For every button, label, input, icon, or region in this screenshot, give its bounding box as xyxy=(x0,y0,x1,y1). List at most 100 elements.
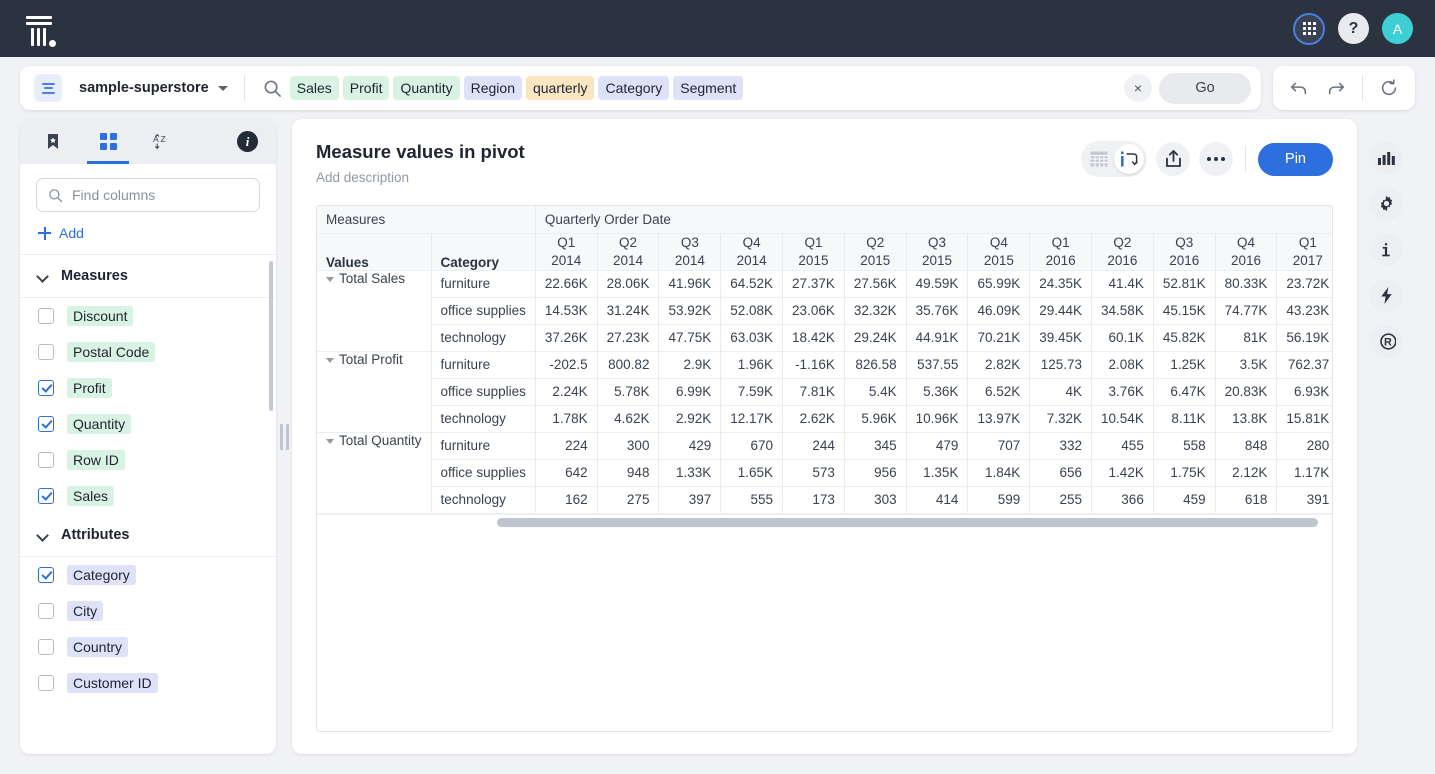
sidebar-info-icon[interactable]: i xyxy=(237,131,258,152)
column-list-item[interactable]: Customer ID xyxy=(20,665,276,701)
value-cell: 162 xyxy=(535,486,597,513)
column-list-item[interactable]: Sales xyxy=(20,478,276,514)
column-list-item[interactable]: Row ID xyxy=(20,442,276,478)
value-cell: 27.56K xyxy=(844,270,906,297)
column-group-header[interactable]: Measures xyxy=(20,255,276,298)
column-header-quarter[interactable]: Q12017 xyxy=(1277,233,1332,270)
column-list-item[interactable]: City xyxy=(20,593,276,629)
tellius-logo[interactable] xyxy=(22,9,62,49)
datasource-name[interactable]: sample-superstore xyxy=(79,80,209,96)
column-header-quarter[interactable]: Q22015 xyxy=(844,233,906,270)
value-cell: 28.06K xyxy=(597,270,659,297)
pin-button[interactable]: Pin xyxy=(1258,143,1333,176)
quarter-label: Q2 xyxy=(854,234,897,252)
value-cell: 2.24K xyxy=(535,378,597,405)
search-chip[interactable]: Region xyxy=(464,76,522,100)
column-checkbox[interactable] xyxy=(38,675,54,691)
apps-grid-icon[interactable] xyxy=(1293,13,1325,45)
add-column-button[interactable]: Add xyxy=(20,212,276,254)
datasource-menu-icon[interactable] xyxy=(34,74,62,102)
panel-resize-handle[interactable] xyxy=(276,119,292,754)
clear-search-button[interactable]: × xyxy=(1124,74,1152,102)
column-header-quarter[interactable]: Q12016 xyxy=(1030,233,1092,270)
column-checkbox[interactable] xyxy=(38,603,54,619)
search-input[interactable]: Find columns xyxy=(36,178,260,212)
column-checkbox[interactable] xyxy=(38,416,54,432)
collapse-triangle-icon[interactable] xyxy=(326,439,334,444)
column-header-quarter[interactable]: Q12014 xyxy=(535,233,597,270)
column-header-quarter[interactable]: Q32016 xyxy=(1153,233,1215,270)
collapse-triangle-icon[interactable] xyxy=(326,358,334,363)
column-checkbox[interactable] xyxy=(38,488,54,504)
pivot-table-scroll[interactable]: Measures Quarterly Order Date Values Cat… xyxy=(317,206,1332,514)
chevron-down-icon[interactable] xyxy=(218,86,228,91)
year-label: 2015 xyxy=(854,252,897,270)
column-list-item[interactable]: Profit xyxy=(20,370,276,406)
column-checkbox[interactable] xyxy=(38,567,54,583)
collapse-triangle-icon[interactable] xyxy=(326,277,334,282)
column-header-quarter[interactable]: Q42016 xyxy=(1215,233,1277,270)
search-chip[interactable]: Category xyxy=(598,76,669,100)
category-cell: technology xyxy=(431,324,535,351)
quarter-label: Q3 xyxy=(916,234,959,252)
pivot-table: Measures Quarterly Order Date Values Cat… xyxy=(317,206,1332,514)
reset-icon[interactable] xyxy=(1376,75,1402,101)
column-checkbox[interactable] xyxy=(38,308,54,324)
go-button[interactable]: Go xyxy=(1159,73,1251,104)
column-header-quarter[interactable]: Q22014 xyxy=(597,233,659,270)
lightning-icon[interactable] xyxy=(1370,279,1403,312)
column-header-quarter[interactable]: Q32014 xyxy=(659,233,721,270)
share-icon[interactable] xyxy=(1156,142,1190,176)
value-cell: 1.33K xyxy=(659,459,721,486)
add-label: Add xyxy=(59,225,84,241)
measure-group-label[interactable]: Total Profit xyxy=(317,351,431,432)
more-icon[interactable] xyxy=(1199,142,1233,176)
column-header-quarter[interactable]: Q12015 xyxy=(783,233,845,270)
tab-sort-az[interactable]: AZ xyxy=(148,119,178,164)
search-chip[interactable]: Segment xyxy=(673,76,743,100)
year-label: 2015 xyxy=(977,252,1020,270)
column-header-quarter[interactable]: Q42014 xyxy=(721,233,783,270)
search-chip[interactable]: Profit xyxy=(343,76,390,100)
help-icon[interactable]: ? xyxy=(1338,13,1369,44)
value-cell: 14.53K xyxy=(535,297,597,324)
column-checkbox[interactable] xyxy=(38,639,54,655)
column-checkbox[interactable] xyxy=(38,344,54,360)
gear-icon[interactable] xyxy=(1370,187,1403,220)
search-chip[interactable]: Quantity xyxy=(393,76,459,100)
table-icon[interactable] xyxy=(1084,144,1114,174)
column-list-item[interactable]: Discount xyxy=(20,298,276,334)
avatar[interactable]: A xyxy=(1382,13,1413,44)
search-icon xyxy=(48,188,63,203)
sidebar-scrollbar[interactable] xyxy=(269,261,273,411)
scrollbar-thumb[interactable] xyxy=(497,518,1318,527)
horizontal-scrollbar[interactable] xyxy=(317,514,1332,529)
bar-chart-icon[interactable] xyxy=(1370,141,1403,174)
search-chip[interactable]: quarterly xyxy=(526,76,594,100)
registered-icon[interactable]: R xyxy=(1370,325,1403,358)
insight-icon[interactable] xyxy=(1114,144,1144,174)
column-list-item[interactable]: Quantity xyxy=(20,406,276,442)
measure-group-label[interactable]: Total Quantity xyxy=(317,432,431,513)
column-list-item[interactable]: Country xyxy=(20,629,276,665)
column-group-header[interactable]: Attributes xyxy=(20,514,276,557)
value-cell: 303 xyxy=(844,486,906,513)
tab-bookmarks[interactable] xyxy=(38,119,68,164)
value-cell: 31.24K xyxy=(597,297,659,324)
column-checkbox[interactable] xyxy=(38,380,54,396)
column-list-item[interactable]: Category xyxy=(20,557,276,593)
columns-list[interactable]: MeasuresDiscountPostal CodeProfitQuantit… xyxy=(20,254,276,754)
column-list-item[interactable]: Postal Code xyxy=(20,334,276,370)
redo-icon[interactable] xyxy=(1323,75,1349,101)
column-header-quarter[interactable]: Q32015 xyxy=(906,233,968,270)
add-description[interactable]: Add description xyxy=(316,170,525,185)
search-chip[interactable]: Sales xyxy=(290,76,339,100)
undo-icon[interactable] xyxy=(1286,75,1312,101)
measure-group-label[interactable]: Total Sales xyxy=(317,270,431,351)
tab-columns[interactable] xyxy=(93,119,123,164)
column-header-quarter[interactable]: Q22016 xyxy=(1092,233,1154,270)
value-cell: 13.8K xyxy=(1215,405,1277,432)
column-header-quarter[interactable]: Q42015 xyxy=(968,233,1030,270)
info-icon[interactable] xyxy=(1370,233,1403,266)
column-checkbox[interactable] xyxy=(38,452,54,468)
